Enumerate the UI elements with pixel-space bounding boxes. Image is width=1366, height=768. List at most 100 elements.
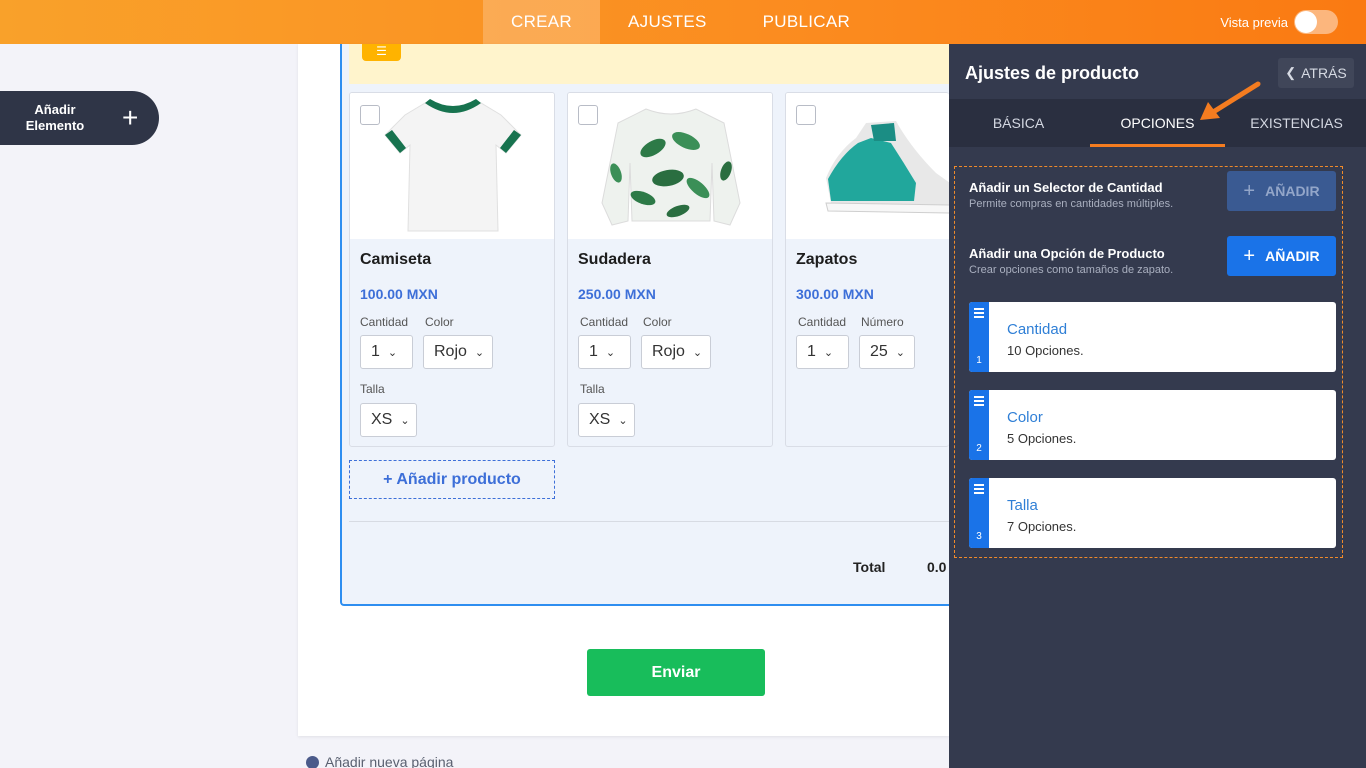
add-element-label: Añadir Elemento xyxy=(0,102,110,134)
add-element-button[interactable]: Añadir Elemento + xyxy=(0,91,159,145)
add-element-label-line1: Añadir xyxy=(34,102,76,117)
size-select[interactable]: XS ⌄ xyxy=(578,403,635,437)
product-card-zapatos[interactable]: Zapatos 300.00 MXN Cantidad Número 1 ⌄ 25… xyxy=(785,92,949,447)
add-element-label-line2: Elemento xyxy=(25,118,85,133)
product-name: Camiseta xyxy=(360,251,432,268)
option-item-color[interactable]: 2 Color 5 Opciones. xyxy=(969,390,1336,460)
tab-basica[interactable]: BÁSICA xyxy=(949,99,1088,147)
plus-icon: + xyxy=(122,102,139,133)
option-count: 7 Opciones. xyxy=(1007,519,1077,534)
product-price: 250.00 MXN xyxy=(578,286,656,302)
drag-grip-icon xyxy=(974,396,984,408)
product-image-sweatshirt xyxy=(568,93,772,239)
chevron-down-icon: ⌄ xyxy=(823,346,834,359)
option-item-cantidad[interactable]: 1 Cantidad 10 Opciones. xyxy=(969,302,1336,372)
divider xyxy=(349,521,949,522)
select-value: XS xyxy=(589,411,611,428)
plus-icon: + xyxy=(1243,179,1256,202)
preview-toggle[interactable] xyxy=(1294,10,1338,34)
product-checkbox[interactable] xyxy=(796,105,816,125)
product-option-subtitle: Crear opciones como tamaños de zapato. xyxy=(969,264,1174,276)
drag-grip-icon xyxy=(974,308,984,320)
quantity-select[interactable]: 1 ⌄ xyxy=(796,335,849,369)
option-index: 3 xyxy=(976,531,982,542)
chevron-down-icon: ⌄ xyxy=(605,346,616,359)
add-product-option-button[interactable]: + AÑADIR xyxy=(1227,236,1336,276)
panel-tabs: BÁSICA OPCIONES EXISTENCIAS xyxy=(949,99,1366,147)
annotation-arrow-icon xyxy=(1200,81,1261,120)
field-label-color: Color xyxy=(643,315,672,329)
chevron-down-icon: ⌄ xyxy=(895,346,906,359)
option-item-talla[interactable]: 3 Talla 7 Opciones. xyxy=(969,478,1336,548)
product-checkbox[interactable] xyxy=(360,105,380,125)
quantity-select[interactable]: 1 ⌄ xyxy=(360,335,413,369)
add-new-page-link[interactable]: Añadir nueva página xyxy=(306,754,453,768)
color-select[interactable]: Rojo ⌄ xyxy=(423,335,493,369)
option-name: Color xyxy=(1007,409,1043,426)
chevron-down-icon: ⌄ xyxy=(474,346,485,359)
field-label-cantidad: Cantidad xyxy=(798,315,847,329)
select-value: 25 xyxy=(870,343,888,360)
add-product-button[interactable]: + Añadir producto xyxy=(349,460,555,499)
product-image-sneaker xyxy=(786,93,949,239)
option-count: 5 Opciones. xyxy=(1007,431,1077,446)
product-name: Zapatos xyxy=(796,251,858,268)
color-select[interactable]: Rojo ⌄ xyxy=(641,335,711,369)
tab-ajustes[interactable]: AJUSTES xyxy=(600,0,735,44)
plus-circle-icon xyxy=(306,755,319,768)
product-price: 300.00 MXN xyxy=(796,286,874,302)
product-header-strip xyxy=(349,44,949,84)
product-image-tshirt xyxy=(350,93,554,239)
product-card-sudadera[interactable]: Sudadera 250.00 MXN Cantidad Color 1 ⌄ Ro… xyxy=(567,92,773,447)
add-new-page-label: Añadir nueva página xyxy=(325,754,454,768)
product-name: Sudadera xyxy=(578,251,651,268)
drag-handle[interactable]: 3 xyxy=(969,478,989,548)
chevron-down-icon: ⌄ xyxy=(692,346,703,359)
quantity-select[interactable]: 1 ⌄ xyxy=(578,335,631,369)
size-select[interactable]: XS ⌄ xyxy=(360,403,417,437)
chevron-down-icon: ⌄ xyxy=(400,414,410,427)
field-label-numero: Número xyxy=(861,315,904,329)
quantity-selector-title: Añadir un Selector de Cantidad xyxy=(969,180,1163,195)
toggle-knob xyxy=(1295,11,1317,33)
product-price: 100.00 MXN xyxy=(360,286,438,302)
top-bar: CREAR AJUSTES PUBLICAR Vista previa xyxy=(0,0,1366,44)
drag-handle[interactable]: 1 xyxy=(969,302,989,372)
product-card-camiseta[interactable]: Camiseta 100.00 MXN Cantidad Color 1 ⌄ Ro… xyxy=(349,92,555,447)
select-value: XS xyxy=(371,411,393,428)
product-checkbox[interactable] xyxy=(578,105,598,125)
option-name: Cantidad xyxy=(1007,321,1068,338)
add-quantity-selector-button[interactable]: + AÑADIR xyxy=(1227,171,1336,211)
shoe-number-select[interactable]: 25 ⌄ xyxy=(859,335,915,369)
total-value: 0.0 xyxy=(927,559,947,575)
drag-handle[interactable]: 2 xyxy=(969,390,989,460)
chevron-down-icon: ⌄ xyxy=(618,414,628,427)
field-label-cantidad: Cantidad xyxy=(580,315,629,329)
option-count: 10 Opciones. xyxy=(1007,343,1084,358)
add-button-label: AÑADIR xyxy=(1265,248,1320,264)
submit-button[interactable]: Enviar xyxy=(587,649,765,696)
back-label: ATRÁS xyxy=(1301,65,1347,81)
field-label-cantidad: Cantidad xyxy=(360,315,409,329)
plus-icon: + xyxy=(1243,244,1256,267)
field-label-talla: Talla xyxy=(580,382,605,396)
add-button-label: AÑADIR xyxy=(1265,183,1320,199)
list-icon[interactable]: ☰ xyxy=(362,44,401,61)
select-value: Rojo xyxy=(652,343,685,360)
option-name: Talla xyxy=(1007,497,1038,514)
option-index: 1 xyxy=(976,355,982,366)
option-index: 2 xyxy=(976,443,982,454)
select-value: 1 xyxy=(371,343,380,360)
chevron-down-icon: ⌄ xyxy=(387,346,398,359)
select-value: Rojo xyxy=(434,343,467,360)
preview-control: Vista previa xyxy=(1220,10,1338,34)
total-label: Total xyxy=(853,559,886,575)
back-button[interactable]: ❮ ATRÁS xyxy=(1278,58,1354,88)
tab-crear[interactable]: CREAR xyxy=(483,0,601,44)
preview-label: Vista previa xyxy=(1220,14,1288,30)
chevron-left-icon: ❮ xyxy=(1285,65,1297,80)
tab-publicar[interactable]: PUBLICAR xyxy=(735,0,878,44)
product-option-title: Añadir una Opción de Producto xyxy=(969,246,1165,261)
field-label-color: Color xyxy=(425,315,454,329)
drag-grip-icon xyxy=(974,484,984,496)
